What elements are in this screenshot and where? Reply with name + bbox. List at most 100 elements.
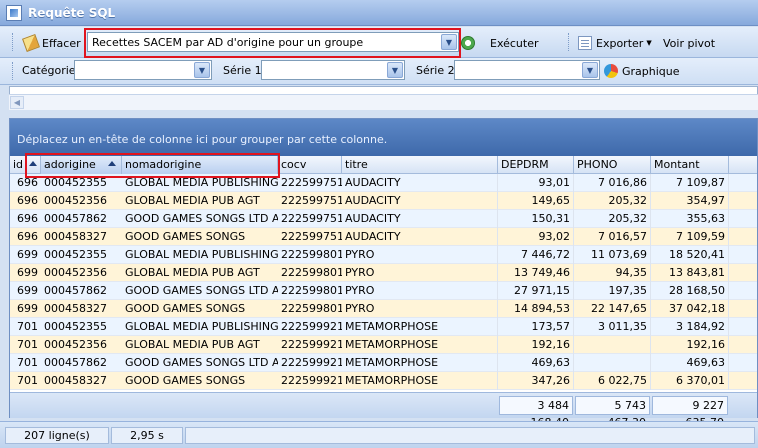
chevron-down-icon[interactable]: ▼ xyxy=(582,62,598,78)
cell-adorigine[interactable]: 000457862 xyxy=(41,210,122,228)
cell-depdrm[interactable]: 173,57 xyxy=(498,318,574,336)
cell-depdrm[interactable]: 347,26 xyxy=(498,372,574,390)
cell-depdrm[interactable]: 469,63 xyxy=(498,354,574,372)
cell-titre[interactable]: PYRO xyxy=(342,282,498,300)
scroll-left-icon[interactable]: ◀ xyxy=(10,96,24,109)
cell-depdrm[interactable]: 93,01 xyxy=(498,174,574,192)
cell-montant[interactable]: 355,63 xyxy=(651,210,729,228)
chevron-down-icon[interactable]: ▼ xyxy=(194,62,210,78)
cell-montant[interactable]: 37 042,18 xyxy=(651,300,729,318)
cell-phono[interactable]: 94,35 xyxy=(574,264,651,282)
cell-montant[interactable]: 7 109,87 xyxy=(651,174,729,192)
cell-phono[interactable]: 11 073,69 xyxy=(574,246,651,264)
cell-titre[interactable]: AUDACITY xyxy=(342,174,498,192)
cell-cocv[interactable]: 2225997511 xyxy=(278,192,342,210)
cell-cocv[interactable]: 2225998011 xyxy=(278,300,342,318)
cell-nomadorigine[interactable]: GLOBAL MEDIA PUBLISHING xyxy=(122,246,278,264)
category-select[interactable]: ▼ xyxy=(74,60,212,80)
table-row[interactable]: 696 000452356 GLOBAL MEDIA PUB AGT 22259975… xyxy=(10,192,757,210)
table-row[interactable]: 699 000457862 GOOD GAMES SONGS LTD AGT 2225… xyxy=(10,282,757,300)
series2-select[interactable]: ▼ xyxy=(454,60,600,80)
cell-adorigine[interactable]: 000457862 xyxy=(41,282,122,300)
cell-phono[interactable]: 6 022,75 xyxy=(574,372,651,390)
table-row[interactable]: 701000458327GOOD GAMES SONGS2225999211ME… xyxy=(10,372,757,390)
cell-montant[interactable]: 354,97 xyxy=(651,192,729,210)
cell-depdrm[interactable]: 93,02 xyxy=(498,228,574,246)
cell-depdrm[interactable]: 150,31 xyxy=(498,210,574,228)
cell-nomadorigine[interactable]: GLOBAL MEDIA PUB AGT xyxy=(122,192,278,210)
cell-phono[interactable]: 7 016,57 xyxy=(574,228,651,246)
cell-depdrm[interactable]: 192,16 xyxy=(498,336,574,354)
column-header-cocv[interactable]: cocv xyxy=(278,156,342,174)
cell-depdrm[interactable]: 27 971,15 xyxy=(498,282,574,300)
cell-nomadorigine[interactable]: GOOD GAMES SONGS xyxy=(122,300,278,318)
cell-phono[interactable]: 197,35 xyxy=(574,282,651,300)
erase-button[interactable]: Effacer xyxy=(22,33,81,53)
cell-cocv[interactable]: 2225997511 xyxy=(278,174,342,192)
cell-montant[interactable]: 13 843,81 xyxy=(651,264,729,282)
cell-titre[interactable]: AUDACITY xyxy=(342,210,498,228)
cell-id[interactable]: 701 xyxy=(10,372,41,390)
cell-titre[interactable]: METAMORPHOSE xyxy=(342,336,498,354)
pivot-button[interactable]: Voir pivot xyxy=(663,33,715,53)
cell-montant[interactable]: 6 370,01 xyxy=(651,372,729,390)
cell-phono[interactable]: 205,32 xyxy=(574,192,651,210)
column-header-phono[interactable]: PHONO xyxy=(574,156,651,174)
cell-id[interactable]: 699 xyxy=(10,246,41,264)
column-header-depdrm[interactable]: DEPDRM xyxy=(498,156,574,174)
cell-montant[interactable]: 7 109,59 xyxy=(651,228,729,246)
cell-nomadorigine[interactable]: GOOD GAMES SONGS LTD AGT xyxy=(122,354,278,372)
group-panel[interactable]: Déplacez un en-tête de colonne ici pour … xyxy=(10,119,757,156)
cell-id[interactable]: 701 xyxy=(10,318,41,336)
table-row[interactable]: 696 000457862 GOOD GAMES SONGS LTD AGT 2225… xyxy=(10,210,757,228)
export-button[interactable]: Exporter ▼ xyxy=(578,33,652,53)
cell-depdrm[interactable]: 7 446,72 xyxy=(498,246,574,264)
cell-nomadorigine[interactable]: GLOBAL MEDIA PUB AGT xyxy=(122,336,278,354)
cell-titre[interactable]: METAMORPHOSE xyxy=(342,372,498,390)
cell-id[interactable]: 699 xyxy=(10,282,41,300)
cell-id[interactable]: 696 xyxy=(10,192,41,210)
cell-cocv[interactable]: 2225998011 xyxy=(278,282,342,300)
cell-depdrm[interactable]: 149,65 xyxy=(498,192,574,210)
toolbar-grip[interactable] xyxy=(12,62,15,80)
cell-adorigine[interactable]: 000458327 xyxy=(41,228,122,246)
table-row[interactable]: 701 000457862 GOOD GAMES SONGS LTD AGT 2225… xyxy=(10,354,757,372)
series1-select[interactable]: ▼ xyxy=(261,60,405,80)
cell-titre[interactable]: METAMORPHOSE xyxy=(342,318,498,336)
column-header-montant[interactable]: Montant xyxy=(651,156,729,174)
toolbar-grip[interactable] xyxy=(12,33,15,51)
cell-id[interactable]: 701 xyxy=(10,354,41,372)
cell-adorigine[interactable]: 000452355 xyxy=(41,318,122,336)
table-row[interactable]: 699 000452356 GLOBAL MEDIA PUB AGT 22259980… xyxy=(10,264,757,282)
cell-adorigine[interactable]: 000458327 xyxy=(41,372,122,390)
table-row[interactable]: 701 000452356 GLOBAL MEDIA PUB AGT 22259992… xyxy=(10,336,757,354)
cell-cocv[interactable]: 2225998011 xyxy=(278,246,342,264)
cell-id[interactable]: 696 xyxy=(10,210,41,228)
cell-cocv[interactable]: 2225999211 xyxy=(278,372,342,390)
cell-nomadorigine[interactable]: GLOBAL MEDIA PUBLISHING xyxy=(122,318,278,336)
cell-cocv[interactable]: 2225997511 xyxy=(278,228,342,246)
cell-cocv[interactable]: 2225997511 xyxy=(278,210,342,228)
cell-adorigine[interactable]: 000458327 xyxy=(41,300,122,318)
toolbar-grip[interactable] xyxy=(568,33,571,51)
cell-adorigine[interactable]: 000452355 xyxy=(41,246,122,264)
cell-cocv[interactable]: 2225998011 xyxy=(278,264,342,282)
cell-nomadorigine[interactable]: GOOD GAMES SONGS xyxy=(122,372,278,390)
refresh-button[interactable] xyxy=(461,33,479,53)
cell-phono[interactable]: 22 147,65 xyxy=(574,300,651,318)
cell-phono[interactable]: 7 016,86 xyxy=(574,174,651,192)
cell-montant[interactable]: 3 184,92 xyxy=(651,318,729,336)
cell-montant[interactable]: 28 168,50 xyxy=(651,282,729,300)
cell-nomadorigine[interactable]: GOOD GAMES SONGS xyxy=(122,228,278,246)
table-row[interactable]: 699000458327GOOD GAMES SONGS2225998011PY… xyxy=(10,300,757,318)
cell-nomadorigine[interactable]: GOOD GAMES SONGS LTD AGT xyxy=(122,282,278,300)
table-row[interactable]: 696000458327GOOD GAMES SONGS2225997511AU… xyxy=(10,228,757,246)
cell-nomadorigine[interactable]: GLOBAL MEDIA PUB AGT xyxy=(122,264,278,282)
chart-button[interactable]: Graphique xyxy=(604,61,680,81)
cell-montant[interactable]: 18 520,41 xyxy=(651,246,729,264)
table-row[interactable]: 701 000452355 GLOBAL MEDIA PUBLISHING 22259… xyxy=(10,318,757,336)
cell-id[interactable]: 696 xyxy=(10,228,41,246)
cell-phono[interactable] xyxy=(574,354,651,372)
cell-titre[interactable]: PYRO xyxy=(342,300,498,318)
cell-cocv[interactable]: 2225999211 xyxy=(278,354,342,372)
